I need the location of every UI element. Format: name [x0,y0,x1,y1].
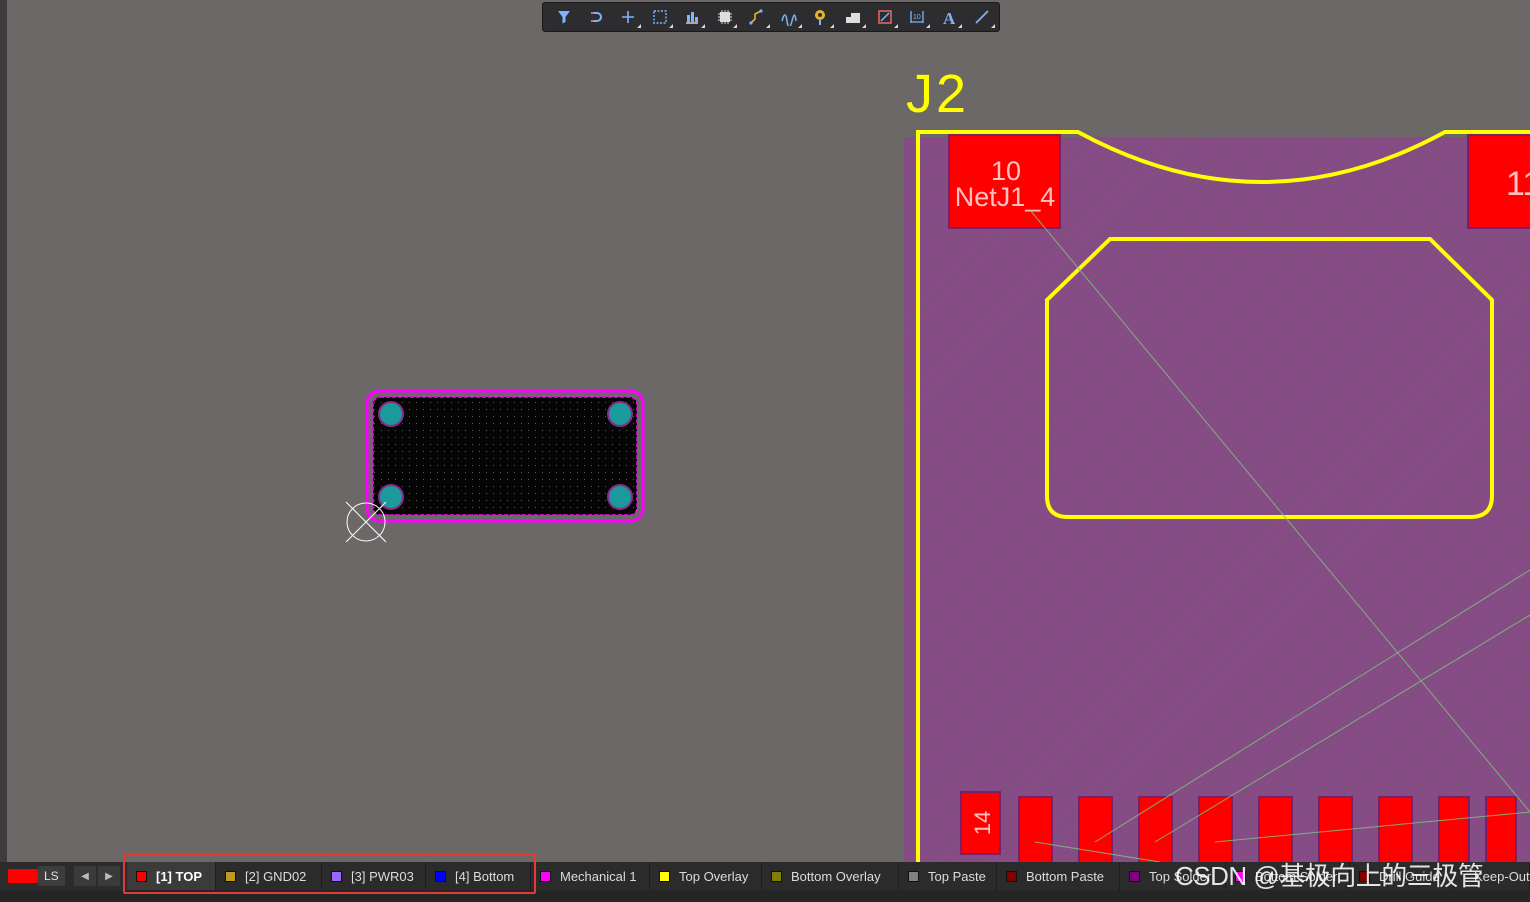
route-button[interactable] [742,4,772,30]
keepout-icon [878,10,893,24]
layer-tab-label: Bottom Overlay [791,868,881,884]
component-designator: J2 [906,64,969,124]
layer-color-swatch [771,870,782,882]
pcb-canvas[interactable]: J2 10 NetJ1_4 11 14 [0,0,1530,862]
add-button[interactable] [613,4,643,30]
chevron-right-icon: ▶ [105,870,113,882]
place-component-button[interactable] [710,4,740,30]
text-icon: A [943,9,956,26]
component-icon [717,10,732,24]
align-button[interactable] [678,4,708,30]
add-cross-icon [622,11,635,23]
layer-set-label: LS [38,866,65,886]
layer-color-swatch [1129,870,1140,882]
layer-color-swatch [1006,870,1017,882]
route-interactive-icon [749,9,763,25]
filter-button[interactable] [549,4,579,30]
left-panel-edge [0,0,7,862]
text-button[interactable]: A [935,4,965,30]
layer-tab-bottom-paste[interactable]: Bottom Paste [997,862,1120,890]
pad-11-number: 11 [1506,165,1530,203]
polygon-fill-icon [846,13,861,23]
layer-tab-top-paste[interactable]: Top Paste [899,862,997,890]
svg-text:10: 10 [913,14,921,21]
snap-magnet-icon [591,12,602,22]
layer-color-swatch [908,870,919,882]
diff-pair-button[interactable] [774,4,804,30]
snap-button[interactable] [581,4,611,30]
layer-tab-label: Bottom Paste [1026,868,1105,884]
differential-pair-icon [781,14,797,26]
keepout-button[interactable] [870,4,900,30]
select-button[interactable] [645,4,675,30]
layer-color-swatch [540,870,551,882]
line-icon [975,10,989,24]
polygon-button[interactable] [838,4,868,30]
select-rectangle-icon [653,10,667,24]
filter-icon [557,11,570,24]
pad-14-number: 14 [970,811,995,835]
dimension-button[interactable]: 10 [903,4,933,30]
dimension-icon: 10 [910,11,925,23]
small-component-body [372,396,638,516]
current-layer-swatch [8,869,38,883]
pad-10-net: NetJ1_4 [955,182,1056,212]
layer-scroll-left-button[interactable]: ◀ [74,866,96,886]
layer-set-button[interactable]: LS [8,866,65,886]
layer-tab-label: Mechanical 1 [560,868,637,884]
active-bar-toolbar: 10 A [542,2,1000,32]
bottom-pad-row [1018,796,1517,862]
layer-tab-label: Top Overlay [679,868,749,884]
line-button[interactable] [967,4,997,30]
watermark-text: CSDN @基极向上的三极管 [1175,861,1484,891]
layer-scroll-right-button[interactable]: ▶ [98,866,120,886]
layer-tab-bottom-overlay[interactable]: Bottom Overlay [762,862,899,890]
svg-text:A: A [943,9,956,26]
via-button[interactable] [806,4,836,30]
layer-tab-label: Top Paste [928,868,986,884]
layer-color-swatch [659,870,670,882]
layer-tab-mechanical-1[interactable]: Mechanical 1 [531,862,650,890]
align-icon [686,12,699,24]
signal-layers-highlight-box [123,853,536,894]
layer-tab-top-overlay[interactable]: Top Overlay [650,862,762,890]
chevron-left-icon: ◀ [81,870,89,882]
via-icon [815,10,825,25]
